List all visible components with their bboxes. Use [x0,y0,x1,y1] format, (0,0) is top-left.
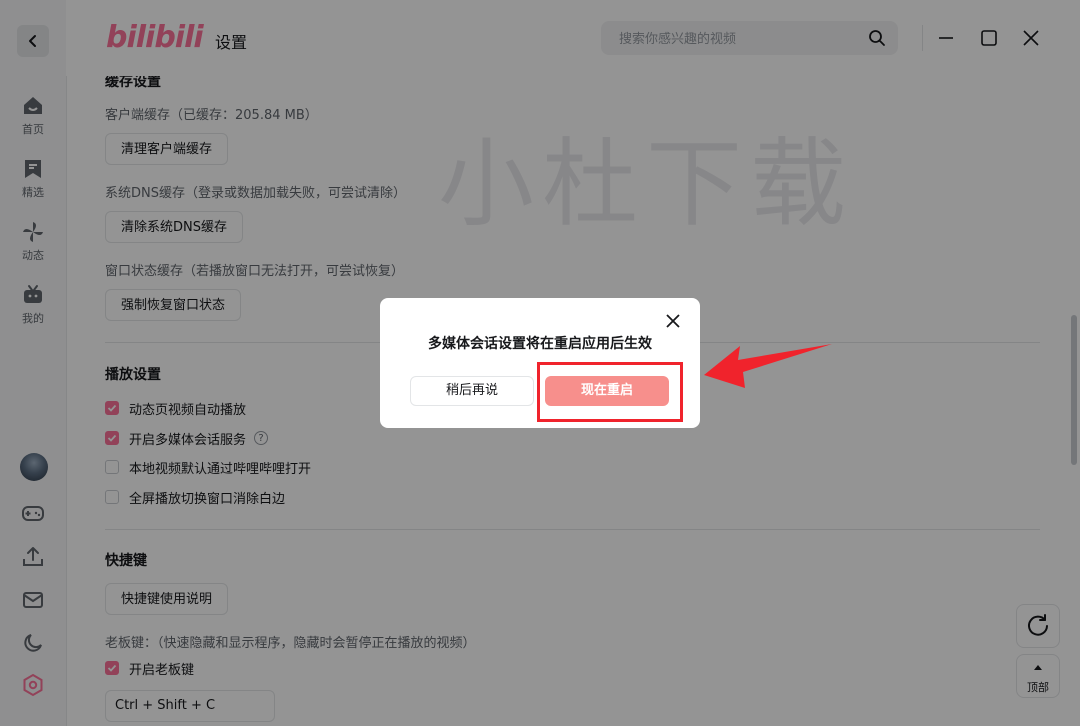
dialog-message: 多媒体会话设置将在重启应用后生效 [428,336,652,352]
app-window: 首页 精选 动态 我的 bilibili 设置 搜索你感兴趣的视频 小杜下载 缓… [0,0,1080,726]
later-button[interactable]: 稍后再说 [410,376,534,406]
close-icon[interactable] [665,313,681,329]
annotation-highlight-box [537,362,683,422]
annotation-arrow-icon [704,344,832,388]
